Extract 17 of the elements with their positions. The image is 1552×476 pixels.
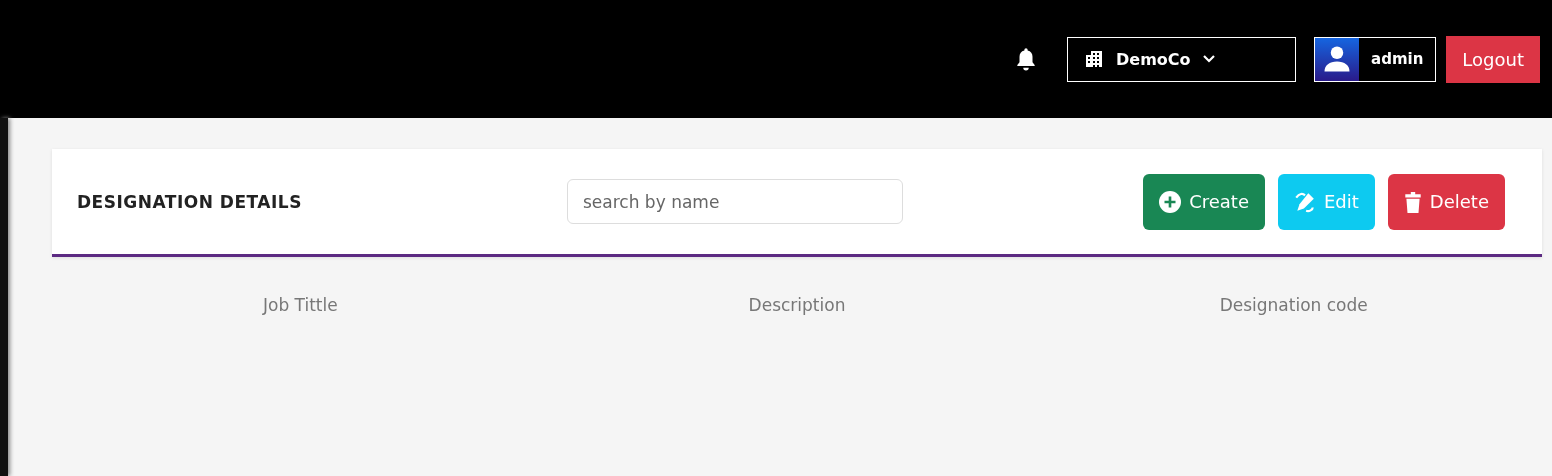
trash-icon (1403, 190, 1422, 213)
plus-circle-icon (1159, 190, 1182, 213)
delete-button[interactable]: Delete (1387, 173, 1505, 230)
column-header: Designation code (1218, 295, 1369, 315)
building-icon (1084, 49, 1105, 69)
user-menu[interactable]: admin (1314, 36, 1437, 82)
bell-icon[interactable] (1015, 46, 1038, 72)
search-field[interactable]: search by name (567, 179, 903, 224)
logout-button[interactable]: Logout (1446, 35, 1540, 83)
pencil-icon (1294, 190, 1316, 213)
chevron-down-icon (1202, 55, 1215, 63)
avatar-icon (1315, 37, 1360, 81)
column-header: Job Tittle (261, 295, 339, 315)
column-header: Description (747, 295, 847, 315)
company-dropdown[interactable]: DemoCo (1067, 36, 1297, 82)
create-button[interactable]: Create (1143, 173, 1265, 230)
page-title: DESIGNATION DETAILS (77, 191, 303, 212)
